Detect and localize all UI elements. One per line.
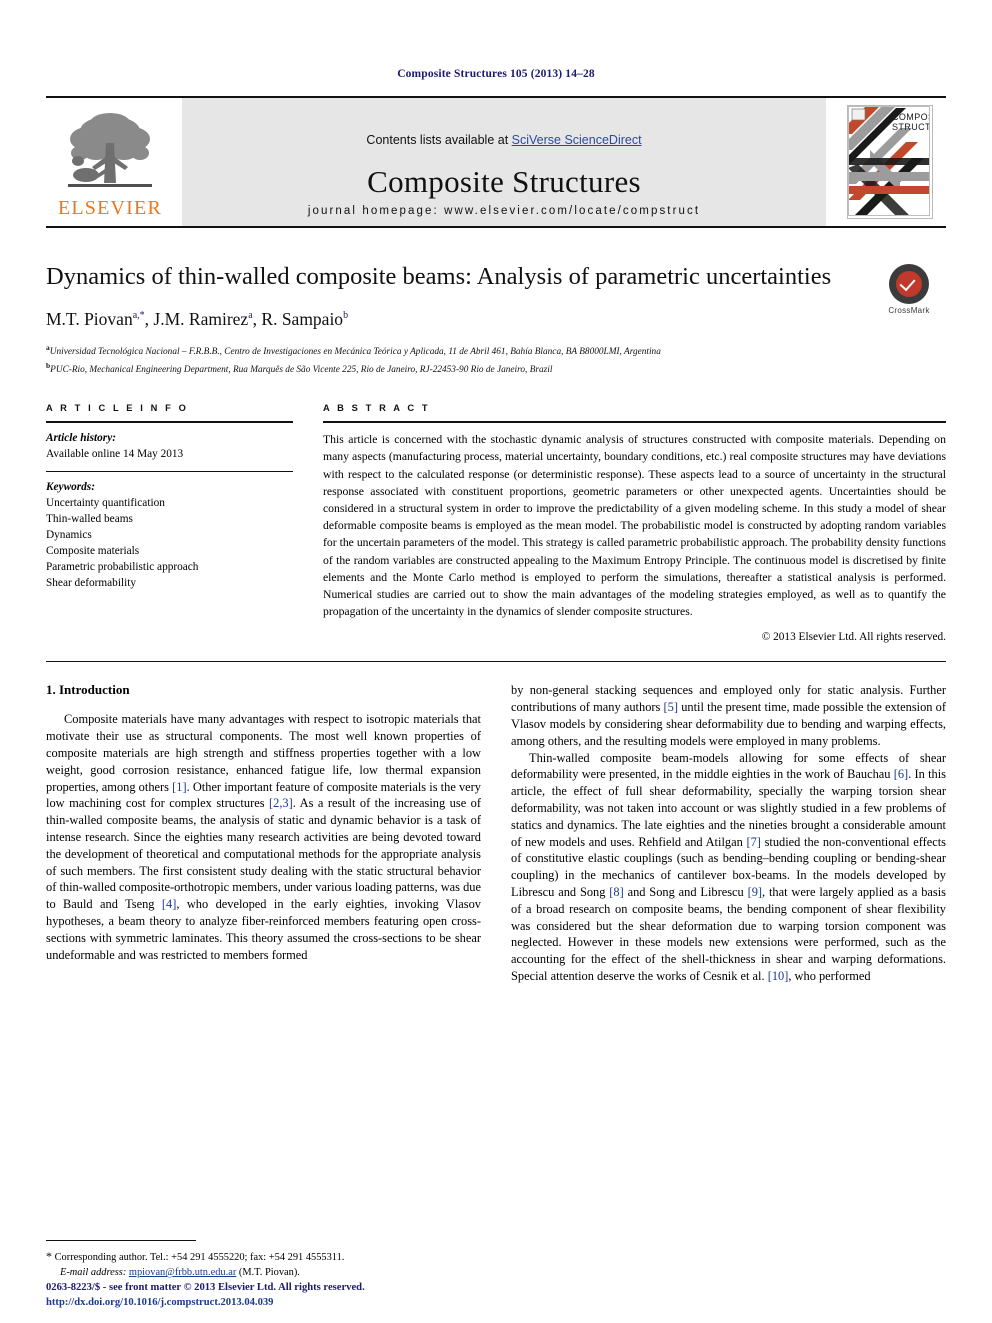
author-affil-marker: b xyxy=(343,310,349,322)
section-heading-introduction: 1. Introduction xyxy=(46,682,130,698)
article-history-block: Article history: Available online 14 May… xyxy=(46,423,293,471)
corresponding-author-text: Corresponding author. Tel.: +54 291 4555… xyxy=(54,1252,345,1264)
citation-ref[interactable]: [9] xyxy=(748,885,762,899)
divider xyxy=(46,661,946,663)
article-info-heading: A R T I C L E I N F O xyxy=(46,403,189,414)
crossmark-label: CrossMark xyxy=(888,306,930,315)
author-item: J.M. Ramireza xyxy=(153,309,252,329)
abstract-column: A B S T R A C T This article is concerne… xyxy=(323,403,946,643)
citation-ref[interactable]: [8] xyxy=(609,885,623,899)
doi-link[interactable]: http://dx.doi.org/10.1016/j.compstruct.2… xyxy=(46,1296,646,1311)
keyword-item: Shear deformability xyxy=(46,577,137,590)
email-label: E-mail address: xyxy=(60,1267,127,1279)
abstract-copyright: © 2013 Elsevier Ltd. All rights reserved… xyxy=(761,631,946,644)
keyword-item: Uncertainty quantification xyxy=(46,497,165,510)
footnote-block: * Corresponding author. Tel.: +54 291 45… xyxy=(46,1240,481,1281)
citation-ref[interactable]: [4] xyxy=(162,897,176,911)
elsevier-logo: ELSEVIER xyxy=(46,98,174,226)
page-title: Dynamics of thin-walled composite beams:… xyxy=(46,263,832,290)
affiliation-item: bPUC-Rio, Mechanical Engineering Departm… xyxy=(46,360,836,378)
body-column-left: 1. Introduction Composite materials have… xyxy=(46,682,481,984)
divider xyxy=(46,1240,196,1242)
citation-ref[interactable]: [5] xyxy=(664,700,678,714)
article-history-value: Available online 14 May 2013 xyxy=(46,448,184,461)
running-head: Composite Structures 105 (2013) 14–28 xyxy=(397,68,595,80)
affiliation-list: aUniversidad Tecnológica Nacional – F.R.… xyxy=(46,342,836,377)
journal-homepage[interactable]: journal homepage: www.elsevier.com/locat… xyxy=(182,205,826,217)
body-columns: 1. Introduction Composite materials have… xyxy=(46,682,946,984)
journal-cover-block: COMPOSITE STRUCTURES xyxy=(834,98,946,226)
keyword-item: Parametric probabilistic approach xyxy=(46,561,199,574)
elsevier-wordmark: ELSEVIER xyxy=(57,196,163,219)
article-history-label: Article history: xyxy=(46,432,116,445)
paper-page: Composite Structures 105 (2013) 14–28 EL… xyxy=(0,0,992,1323)
keyword-item: Dynamics xyxy=(46,529,92,542)
body-paragraph: by non-general stacking sequences and em… xyxy=(511,683,947,748)
author-item: M.T. Piovana,* xyxy=(46,309,145,329)
author-name: M.T. Piovan xyxy=(46,309,133,330)
journal-title: Composite Structures xyxy=(367,163,641,199)
author-affil-marker: a xyxy=(248,310,253,322)
body-paragraph: Composite materials have many advantages… xyxy=(46,712,481,962)
author-name: J.M. Ramirez xyxy=(153,309,249,330)
author-item: R. Sampaiob xyxy=(261,309,348,329)
page-footer: 0263-8223/$ - see front matter © 2013 El… xyxy=(46,1281,646,1311)
elsevier-tree-icon xyxy=(68,112,152,187)
issn-copyright-line: 0263-8223/$ - see front matter © 2013 El… xyxy=(46,1282,365,1294)
contents-available-line: Contents lists available at SciVerse Sci… xyxy=(366,133,641,147)
citation-ref[interactable]: [6] xyxy=(894,767,908,781)
journal-masthead: ELSEVIER Contents lists available at Sci… xyxy=(46,96,946,228)
author-name: R. Sampaio xyxy=(261,309,344,330)
citation-ref[interactable]: [10] xyxy=(768,969,789,983)
author-affil-marker: a,* xyxy=(132,310,145,322)
body-paragraph: Thin-walled composite beam-models allowi… xyxy=(511,750,946,983)
citation-ref[interactable]: [2,3] xyxy=(269,796,293,810)
keyword-item: Thin-walled beams xyxy=(46,513,133,526)
affiliation-item: aUniversidad Tecnológica Nacional – F.R.… xyxy=(46,342,836,360)
citation-ref[interactable]: [7] xyxy=(746,835,760,849)
article-info-column: A R T I C L E I N F O Article history: A… xyxy=(46,403,293,643)
body-column-right: by non-general stacking sequences and em… xyxy=(511,682,946,984)
title-block: Dynamics of thin-walled composite beams:… xyxy=(46,262,946,377)
email-link[interactable]: mpiovan@frbb.utn.edu.ar xyxy=(129,1267,236,1278)
abstract-text: This article is concerned with the stoch… xyxy=(323,433,946,619)
info-abstract-row: A R T I C L E I N F O Article history: A… xyxy=(46,403,946,643)
keyword-item: Composite materials xyxy=(46,545,140,558)
abstract-heading: A B S T R A C T xyxy=(323,403,431,414)
journal-banner: Contents lists available at SciVerse Sci… xyxy=(182,98,826,226)
svg-text:STRUCTURES: STRUCTURES xyxy=(892,122,930,132)
affiliation-text: PUC-Rio, Mechanical Engineering Departme… xyxy=(50,364,553,375)
author-list: M.T. Piovana,*, J.M. Ramireza, R. Sampai… xyxy=(46,309,349,330)
citation-ref[interactable]: [1] xyxy=(172,780,186,794)
email-owner: (M.T. Piovan). xyxy=(238,1267,300,1279)
footnote-marker: * xyxy=(46,1249,52,1264)
crossmark-badge[interactable]: CrossMark xyxy=(872,264,946,315)
crossmark-icon xyxy=(889,264,929,304)
keywords-label: Keywords: xyxy=(46,481,95,494)
svg-text:COMPOSITE: COMPOSITE xyxy=(892,112,930,122)
corresponding-author-note: * Corresponding author. Tel.: +54 291 45… xyxy=(46,1248,481,1281)
journal-cover-thumbnail: COMPOSITE STRUCTURES xyxy=(847,105,933,219)
affiliation-text: Universidad Tecnológica Nacional – F.R.B… xyxy=(49,347,661,358)
keywords-block: Keywords: Uncertainty quantification Thi… xyxy=(46,472,293,600)
contents-prefix: Contents lists available at xyxy=(366,132,512,147)
cover-artwork-icon: COMPOSITE STRUCTURES xyxy=(848,106,932,216)
sciencedirect-link[interactable]: SciVerse ScienceDirect xyxy=(512,133,642,147)
